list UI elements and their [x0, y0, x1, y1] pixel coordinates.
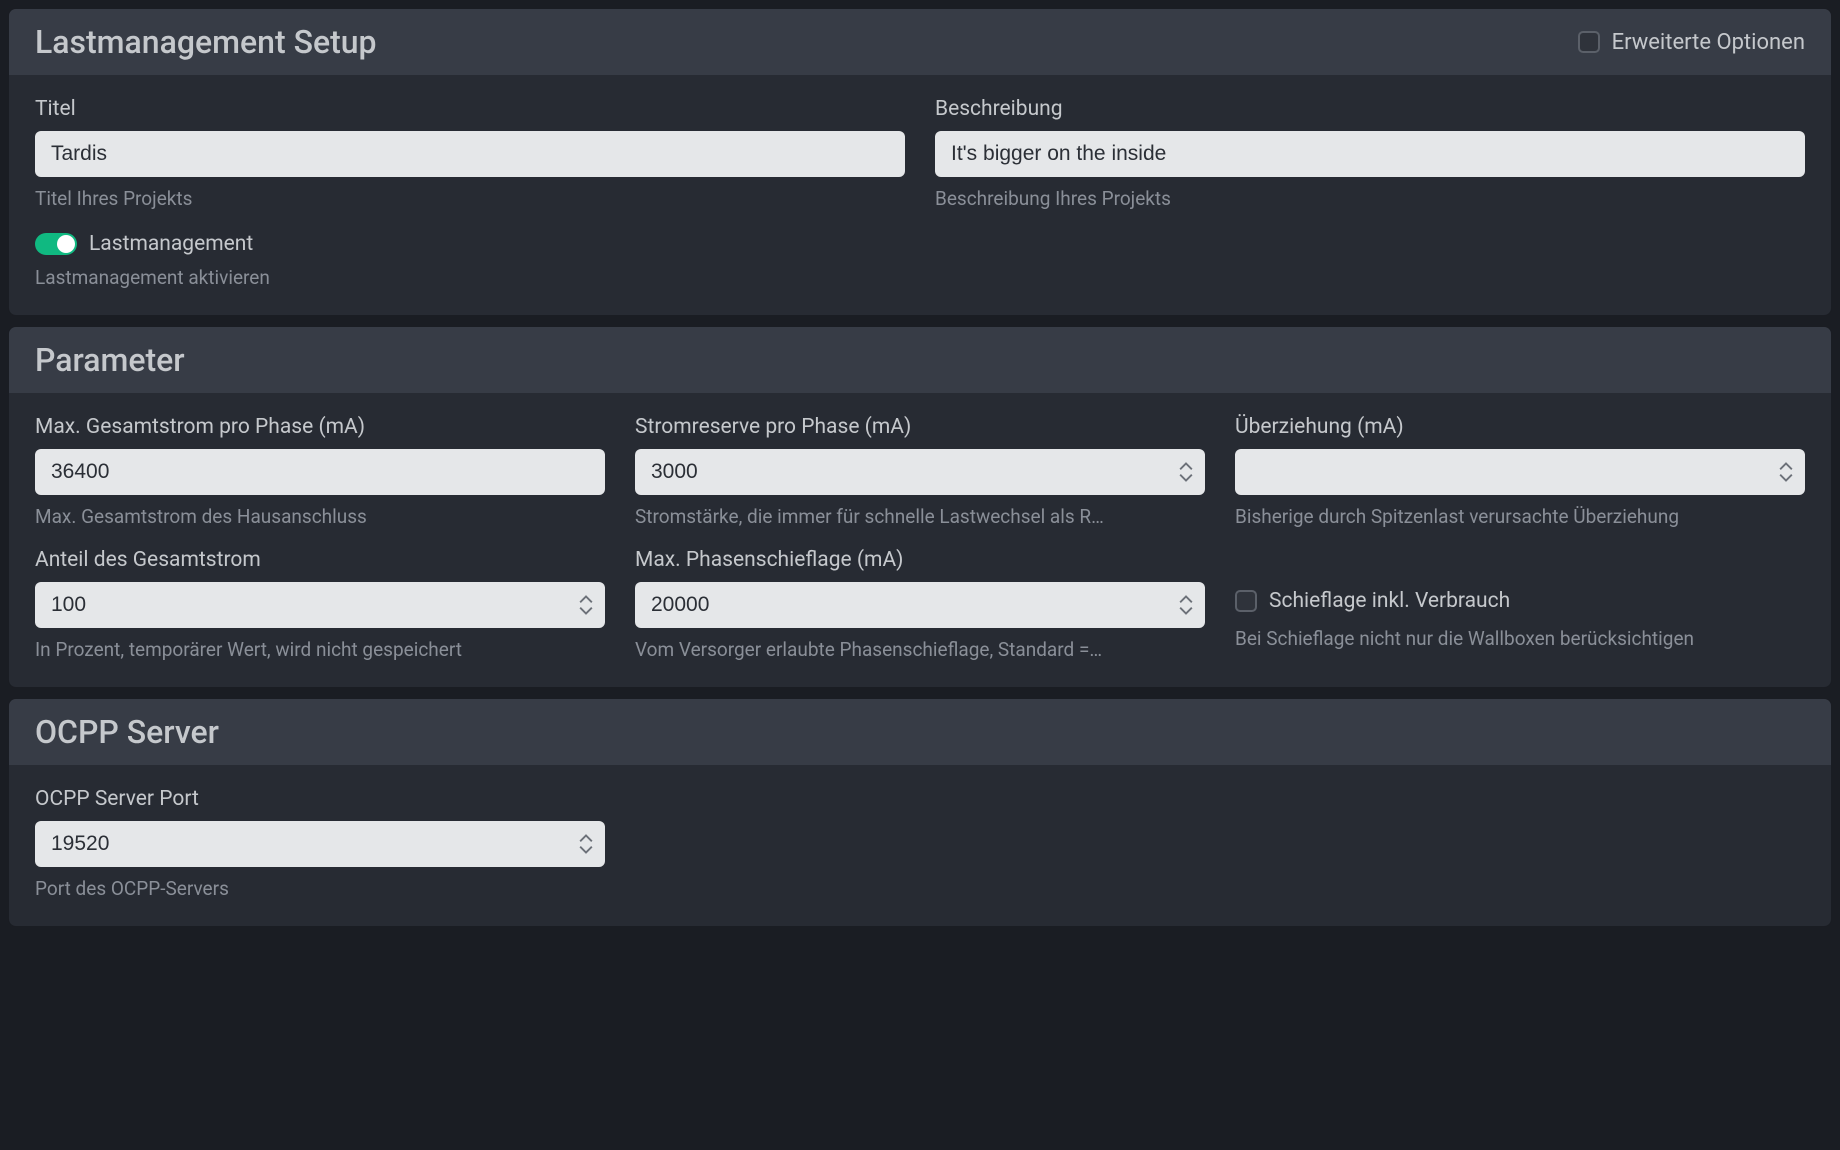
max-total-input[interactable] — [35, 449, 605, 495]
setup-panel: Lastmanagement Setup Erweiterte Optionen… — [8, 8, 1832, 316]
ocpp-port-help: Port des OCPP-Servers — [35, 877, 605, 900]
ocpp-title: OCPP Server — [35, 713, 219, 751]
reserve-field: Stromreserve pro Phase (mA) Stromstärke,… — [635, 415, 1205, 528]
imbalance-input[interactable] — [635, 582, 1205, 628]
imbalance-consumption-label: Schieflage inkl. Verbrauch — [1269, 589, 1510, 613]
ocpp-header: OCPP Server — [9, 699, 1831, 765]
parameter-panel: Parameter Max. Gesamtstrom pro Phase (mA… — [8, 326, 1832, 688]
loadmanagement-label: Lastmanagement — [89, 232, 253, 256]
imbalance-label: Max. Phasenschieflage (mA) — [635, 548, 1205, 572]
loadmanagement-toggle[interactable] — [35, 233, 77, 255]
setup-header: Lastmanagement Setup Erweiterte Optionen — [9, 9, 1831, 75]
description-input[interactable] — [935, 131, 1805, 177]
toggle-knob-icon — [57, 235, 75, 253]
overdraw-help: Bisherige durch Spitzenlast verursachte … — [1235, 505, 1805, 528]
advanced-options-label: Erweiterte Optionen — [1612, 30, 1805, 55]
share-input[interactable] — [35, 582, 605, 628]
max-total-label: Max. Gesamtstrom pro Phase (mA) — [35, 415, 605, 439]
imbalance-consumption-checkbox[interactable] — [1235, 590, 1257, 612]
max-total-field: Max. Gesamtstrom pro Phase (mA) Max. Ges… — [35, 415, 605, 528]
reserve-label: Stromreserve pro Phase (mA) — [635, 415, 1205, 439]
overdraw-field: Überziehung (mA) Bisherige durch Spitzen… — [1235, 415, 1805, 528]
loadmanagement-toggle-row: Lastmanagement — [35, 232, 1805, 256]
ocpp-panel: OCPP Server OCPP Server Port Port des OC… — [8, 698, 1832, 927]
imbalance-help: Vom Versorger erlaubte Phasenschieflage,… — [635, 638, 1205, 661]
share-help: In Prozent, temporärer Wert, wird nicht … — [35, 638, 605, 661]
reserve-input[interactable] — [635, 449, 1205, 495]
setup-body: Titel Titel Ihres Projekts Beschreibung … — [9, 75, 1831, 315]
description-help: Beschreibung Ihres Projekts — [935, 187, 1805, 210]
description-field: Beschreibung Beschreibung Ihres Projekts — [935, 97, 1805, 210]
ocpp-port-label: OCPP Server Port — [35, 787, 605, 811]
imbalance-consumption-field: Schieflage inkl. Verbrauch Bei Schieflag… — [1235, 548, 1805, 661]
ocpp-body: OCPP Server Port Port des OCPP-Servers — [9, 765, 1831, 926]
ocpp-port-field: OCPP Server Port Port des OCPP-Servers — [35, 787, 605, 900]
share-field: Anteil des Gesamtstrom In Prozent, tempo… — [35, 548, 605, 661]
title-label: Titel — [35, 97, 905, 121]
title-input[interactable] — [35, 131, 905, 177]
title-help: Titel Ihres Projekts — [35, 187, 905, 210]
setup-title: Lastmanagement Setup — [35, 23, 377, 61]
title-field: Titel Titel Ihres Projekts — [35, 97, 905, 210]
max-total-help: Max. Gesamtstrom des Hausanschluss — [35, 505, 605, 528]
ocpp-port-input[interactable] — [35, 821, 605, 867]
overdraw-label: Überziehung (mA) — [1235, 415, 1805, 439]
imbalance-field: Max. Phasenschieflage (mA) Vom Versorger… — [635, 548, 1205, 661]
overdraw-input[interactable] — [1235, 449, 1805, 495]
loadmanagement-help: Lastmanagement aktivieren — [35, 266, 1805, 289]
parameter-body: Max. Gesamtstrom pro Phase (mA) Max. Ges… — [9, 393, 1831, 687]
imbalance-consumption-help: Bei Schieflage nicht nur die Wallboxen b… — [1235, 627, 1805, 650]
reserve-help: Stromstärke, die immer für schnelle Last… — [635, 505, 1205, 528]
advanced-options-checkbox[interactable] — [1578, 31, 1600, 53]
parameter-title: Parameter — [35, 341, 185, 379]
advanced-options-row: Erweiterte Optionen — [1578, 30, 1805, 55]
parameter-header: Parameter — [9, 327, 1831, 393]
share-label: Anteil des Gesamtstrom — [35, 548, 605, 572]
description-label: Beschreibung — [935, 97, 1805, 121]
